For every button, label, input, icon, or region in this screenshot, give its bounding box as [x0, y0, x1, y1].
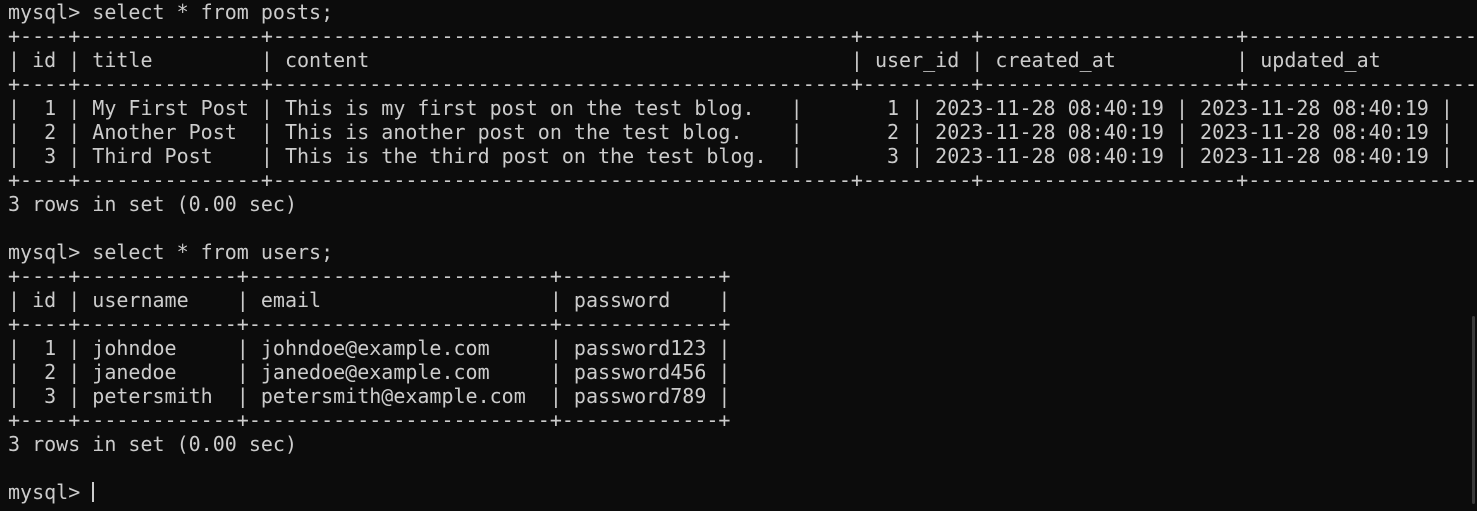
table-row: | 3 | petersmith | petersmith@example.co… [8, 384, 731, 408]
table-header-row: | id | title | content | user_id | creat… [8, 48, 1477, 72]
command-line-1: mysql> select * from posts; [8, 0, 334, 24]
result-summary: 3 rows in set (0.00 sec) [8, 432, 297, 456]
table-border: +----+---------------+------------------… [8, 24, 1477, 48]
table-border: +----+-------------+--------------------… [8, 408, 731, 432]
result-summary: 3 rows in set (0.00 sec) [8, 192, 297, 216]
table-row: | 2 | janedoe | janedoe@example.com | pa… [8, 360, 731, 384]
table-row: | 3 | Third Post | This is the third pos… [8, 144, 1453, 168]
table-row: | 2 | Another Post | This is another pos… [8, 120, 1453, 144]
terminal-window[interactable]: mysql> select * from posts; +----+------… [0, 0, 1477, 511]
table-header-row: | id | username | email | password | [8, 288, 731, 312]
table-row: | 1 | johndoe | johndoe@example.com | pa… [8, 336, 731, 360]
table-border: +----+-------------+--------------------… [8, 264, 731, 288]
prompt-text: mysql> [8, 480, 93, 504]
text-cursor [92, 482, 95, 502]
active-prompt[interactable]: mysql> [8, 480, 1477, 504]
table-border: +----+-------------+--------------------… [8, 312, 731, 336]
table-border: +----+---------------+------------------… [8, 168, 1477, 192]
command-line-2: mysql> select * from users; [8, 240, 334, 264]
table-row: | 1 | My First Post | This is my first p… [8, 96, 1453, 120]
table-border: +----+---------------+------------------… [8, 72, 1477, 96]
scrollbar-thumb[interactable] [1472, 316, 1475, 504]
